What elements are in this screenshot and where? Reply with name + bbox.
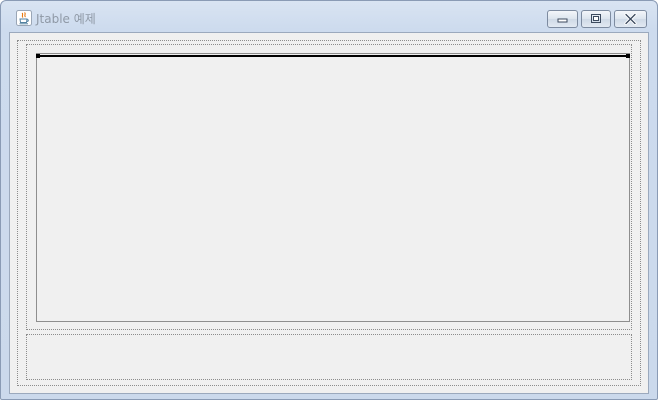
table-panel: [26, 44, 632, 330]
close-button[interactable]: [614, 10, 647, 28]
maximize-button[interactable]: [581, 10, 611, 28]
bottom-panel: [26, 334, 632, 380]
table-header-right-handle: [626, 54, 630, 58]
content-pane: [9, 32, 649, 394]
table-scroll-pane[interactable]: [36, 53, 630, 322]
main-panel: [17, 40, 641, 386]
title-bar[interactable]: Jtable 예제: [1, 1, 657, 31]
minimize-button[interactable]: [547, 10, 578, 28]
maximize-icon: [591, 14, 601, 23]
minimize-icon: [557, 18, 568, 23]
java-icon[interactable]: [16, 10, 32, 26]
application-window: Jtable 예제: [0, 0, 658, 400]
table-header-left-handle: [36, 54, 40, 58]
table-header[interactable]: [38, 55, 630, 57]
window-title: Jtable 예제: [36, 12, 96, 26]
close-icon: [624, 12, 637, 26]
